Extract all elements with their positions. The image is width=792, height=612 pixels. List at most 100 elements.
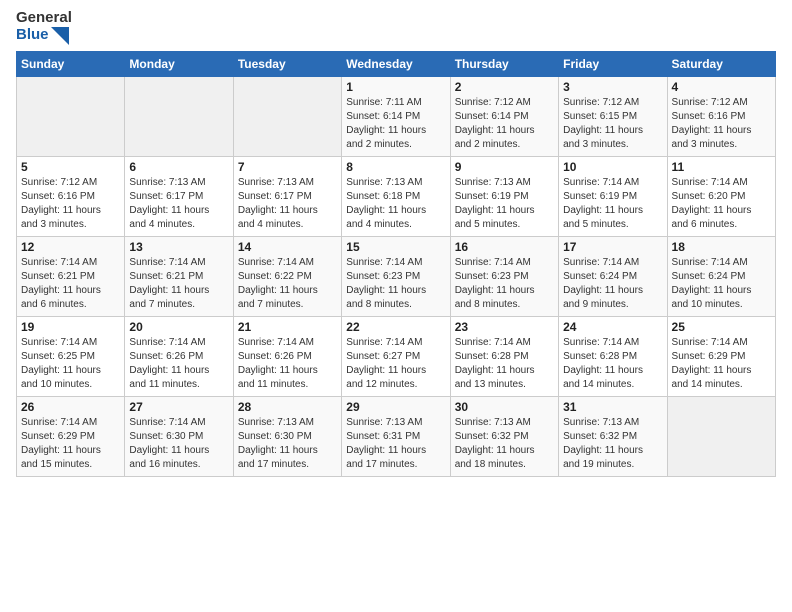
calendar-cell: 7Sunrise: 7:13 AM Sunset: 6:17 PM Daylig… (233, 156, 341, 236)
day-info: Sunrise: 7:14 AM Sunset: 6:19 PM Dayligh… (563, 176, 662, 232)
day-info: Sunrise: 7:14 AM Sunset: 6:26 PM Dayligh… (129, 336, 228, 392)
calendar-cell: 9Sunrise: 7:13 AM Sunset: 6:19 PM Daylig… (450, 156, 558, 236)
day-info: Sunrise: 7:14 AM Sunset: 6:26 PM Dayligh… (238, 336, 337, 392)
calendar-cell: 25 Sunrise: 7:14 AM Sunset: 6:29 PM Dayli… (667, 316, 775, 396)
day-info: Sunrise: 7:12 AM Sunset: 6:16 PM Dayligh… (21, 176, 120, 232)
day-info: Sunrise: 7:13 AM Sunset: 6:32 PM Dayligh… (455, 416, 554, 472)
calendar-table: SundayMondayTuesdayWednesdayThursdayFrid… (16, 51, 776, 477)
day-info: Sunrise: 7:13 AM Sunset: 6:17 PM Dayligh… (129, 176, 228, 232)
calendar-week-row: 19 Sunrise: 7:14 AM Sunset: 6:25 PM Dayli… (17, 316, 776, 396)
day-info: Sunrise: 7:14 AM Sunset: 6:30 PM Dayligh… (129, 416, 228, 472)
day-number: 7 (238, 160, 337, 174)
day-number: 30 (455, 400, 554, 414)
day-info: Sunrise: 7:14 AM Sunset: 6:28 PM Dayligh… (563, 336, 662, 392)
calendar-cell: 3 Sunrise: 7:12 AM Sunset: 6:15 PM Daylig… (559, 76, 667, 156)
day-number: 15 (346, 240, 445, 254)
day-info: Sunrise: 7:14 AM Sunset: 6:24 PM Dayligh… (563, 256, 662, 312)
day-info: Sunrise: 7:14 AM Sunset: 6:21 PM Dayligh… (129, 256, 228, 312)
calendar-cell (667, 396, 775, 476)
calendar-cell: 8 Sunrise: 7:13 AM Sunset: 6:18 PM Daylig… (342, 156, 450, 236)
calendar-cell: 26 Sunrise: 7:14 AM Sunset: 6:29 PM Dayli… (17, 396, 125, 476)
calendar-week-row: 1Sunrise: 7:11 AM Sunset: 6:14 PM Daylig… (17, 76, 776, 156)
day-number: 23 (455, 320, 554, 334)
calendar-cell: 19 Sunrise: 7:14 AM Sunset: 6:25 PM Dayli… (17, 316, 125, 396)
day-info: Sunrise: 7:14 AM Sunset: 6:27 PM Dayligh… (346, 336, 445, 392)
day-info: Sunrise: 7:14 AM Sunset: 6:25 PM Dayligh… (21, 336, 120, 392)
calendar-week-row: 5 Sunrise: 7:12 AM Sunset: 6:16 PM Daylig… (17, 156, 776, 236)
calendar-cell: 23Sunrise: 7:14 AM Sunset: 6:28 PM Dayli… (450, 316, 558, 396)
day-info: Sunrise: 7:14 AM Sunset: 6:24 PM Dayligh… (672, 256, 771, 312)
day-number: 3 (563, 80, 662, 94)
day-number: 19 (21, 320, 120, 334)
day-number: 26 (21, 400, 120, 414)
weekday-header: Tuesday (233, 51, 341, 76)
calendar-cell: 10 Sunrise: 7:14 AM Sunset: 6:19 PM Dayli… (559, 156, 667, 236)
day-info: Sunrise: 7:13 AM Sunset: 6:19 PM Dayligh… (455, 176, 554, 232)
calendar-cell: 21 Sunrise: 7:14 AM Sunset: 6:26 PM Dayli… (233, 316, 341, 396)
day-number: 14 (238, 240, 337, 254)
weekday-header: Wednesday (342, 51, 450, 76)
day-number: 6 (129, 160, 228, 174)
day-info: Sunrise: 7:13 AM Sunset: 6:18 PM Dayligh… (346, 176, 445, 232)
day-number: 29 (346, 400, 445, 414)
day-number: 12 (21, 240, 120, 254)
day-number: 21 (238, 320, 337, 334)
logo: General Blue (16, 10, 72, 45)
calendar-cell: 5 Sunrise: 7:12 AM Sunset: 6:16 PM Daylig… (17, 156, 125, 236)
weekday-header: Sunday (17, 51, 125, 76)
calendar-cell: 13 Sunrise: 7:14 AM Sunset: 6:21 PM Dayli… (125, 236, 233, 316)
day-number: 31 (563, 400, 662, 414)
calendar-cell: 31 Sunrise: 7:13 AM Sunset: 6:32 PM Dayli… (559, 396, 667, 476)
day-info: Sunrise: 7:14 AM Sunset: 6:29 PM Dayligh… (21, 416, 120, 472)
calendar-header-row: SundayMondayTuesdayWednesdayThursdayFrid… (17, 51, 776, 76)
day-number: 4 (672, 80, 771, 94)
calendar-week-row: 12 Sunrise: 7:14 AM Sunset: 6:21 PM Dayli… (17, 236, 776, 316)
day-number: 5 (21, 160, 120, 174)
page-header: General Blue (16, 10, 776, 45)
day-info: Sunrise: 7:13 AM Sunset: 6:32 PM Dayligh… (563, 416, 662, 472)
calendar-cell: 29 Sunrise: 7:13 AM Sunset: 6:31 PM Dayli… (342, 396, 450, 476)
calendar-cell: 30 Sunrise: 7:13 AM Sunset: 6:32 PM Dayli… (450, 396, 558, 476)
day-number: 13 (129, 240, 228, 254)
day-info: Sunrise: 7:13 AM Sunset: 6:31 PM Dayligh… (346, 416, 445, 472)
day-number: 17 (563, 240, 662, 254)
logo-general-text: General (16, 10, 72, 27)
day-number: 27 (129, 400, 228, 414)
day-info: Sunrise: 7:12 AM Sunset: 6:15 PM Dayligh… (563, 96, 662, 152)
day-number: 2 (455, 80, 554, 94)
day-number: 8 (346, 160, 445, 174)
calendar-cell: 27 Sunrise: 7:14 AM Sunset: 6:30 PM Dayli… (125, 396, 233, 476)
day-info: Sunrise: 7:14 AM Sunset: 6:21 PM Dayligh… (21, 256, 120, 312)
day-number: 11 (672, 160, 771, 174)
weekday-header: Friday (559, 51, 667, 76)
calendar-cell: 6 Sunrise: 7:13 AM Sunset: 6:17 PM Daylig… (125, 156, 233, 236)
day-number: 10 (563, 160, 662, 174)
day-info: Sunrise: 7:14 AM Sunset: 6:22 PM Dayligh… (238, 256, 337, 312)
day-info: Sunrise: 7:14 AM Sunset: 6:23 PM Dayligh… (346, 256, 445, 312)
day-number: 20 (129, 320, 228, 334)
calendar-cell: 24 Sunrise: 7:14 AM Sunset: 6:28 PM Dayli… (559, 316, 667, 396)
day-number: 16 (455, 240, 554, 254)
calendar-cell: 2Sunrise: 7:12 AM Sunset: 6:14 PM Daylig… (450, 76, 558, 156)
calendar-cell: 11 Sunrise: 7:14 AM Sunset: 6:20 PM Dayli… (667, 156, 775, 236)
weekday-header: Saturday (667, 51, 775, 76)
day-number: 18 (672, 240, 771, 254)
day-info: Sunrise: 7:14 AM Sunset: 6:20 PM Dayligh… (672, 176, 771, 232)
calendar-cell: 12 Sunrise: 7:14 AM Sunset: 6:21 PM Dayli… (17, 236, 125, 316)
weekday-header: Monday (125, 51, 233, 76)
day-number: 24 (563, 320, 662, 334)
day-info: Sunrise: 7:14 AM Sunset: 6:29 PM Dayligh… (672, 336, 771, 392)
day-number: 28 (238, 400, 337, 414)
calendar-cell: 20 Sunrise: 7:14 AM Sunset: 6:26 PM Dayli… (125, 316, 233, 396)
day-info: Sunrise: 7:13 AM Sunset: 6:30 PM Dayligh… (238, 416, 337, 472)
calendar-cell (17, 76, 125, 156)
calendar-cell: 15 Sunrise: 7:14 AM Sunset: 6:23 PM Dayli… (342, 236, 450, 316)
calendar-cell: 17 Sunrise: 7:14 AM Sunset: 6:24 PM Dayli… (559, 236, 667, 316)
calendar-cell: 14 Sunrise: 7:14 AM Sunset: 6:22 PM Dayli… (233, 236, 341, 316)
weekday-header: Thursday (450, 51, 558, 76)
calendar-cell: 4 Sunrise: 7:12 AM Sunset: 6:16 PM Daylig… (667, 76, 775, 156)
calendar-cell: 16Sunrise: 7:14 AM Sunset: 6:23 PM Dayli… (450, 236, 558, 316)
day-number: 25 (672, 320, 771, 334)
day-info: Sunrise: 7:12 AM Sunset: 6:16 PM Dayligh… (672, 96, 771, 152)
calendar-cell (125, 76, 233, 156)
